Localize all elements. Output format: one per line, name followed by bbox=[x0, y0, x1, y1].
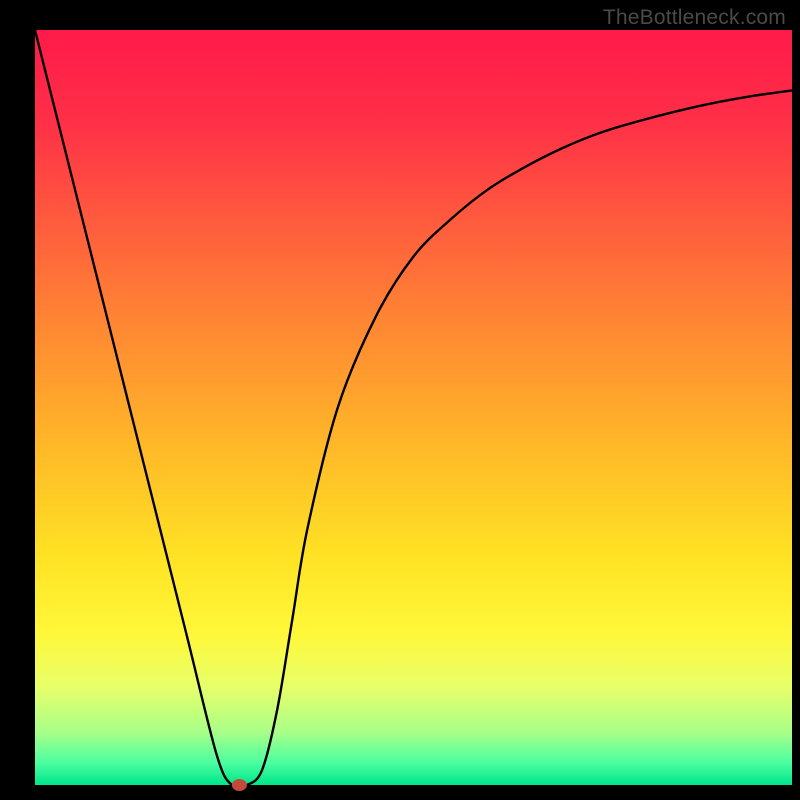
plot-background bbox=[35, 30, 792, 785]
bottleneck-chart bbox=[0, 0, 800, 800]
chart-container: TheBottleneck.com bbox=[0, 0, 800, 800]
watermark-text: TheBottleneck.com bbox=[603, 6, 786, 30]
optimal-point-marker bbox=[232, 779, 247, 791]
